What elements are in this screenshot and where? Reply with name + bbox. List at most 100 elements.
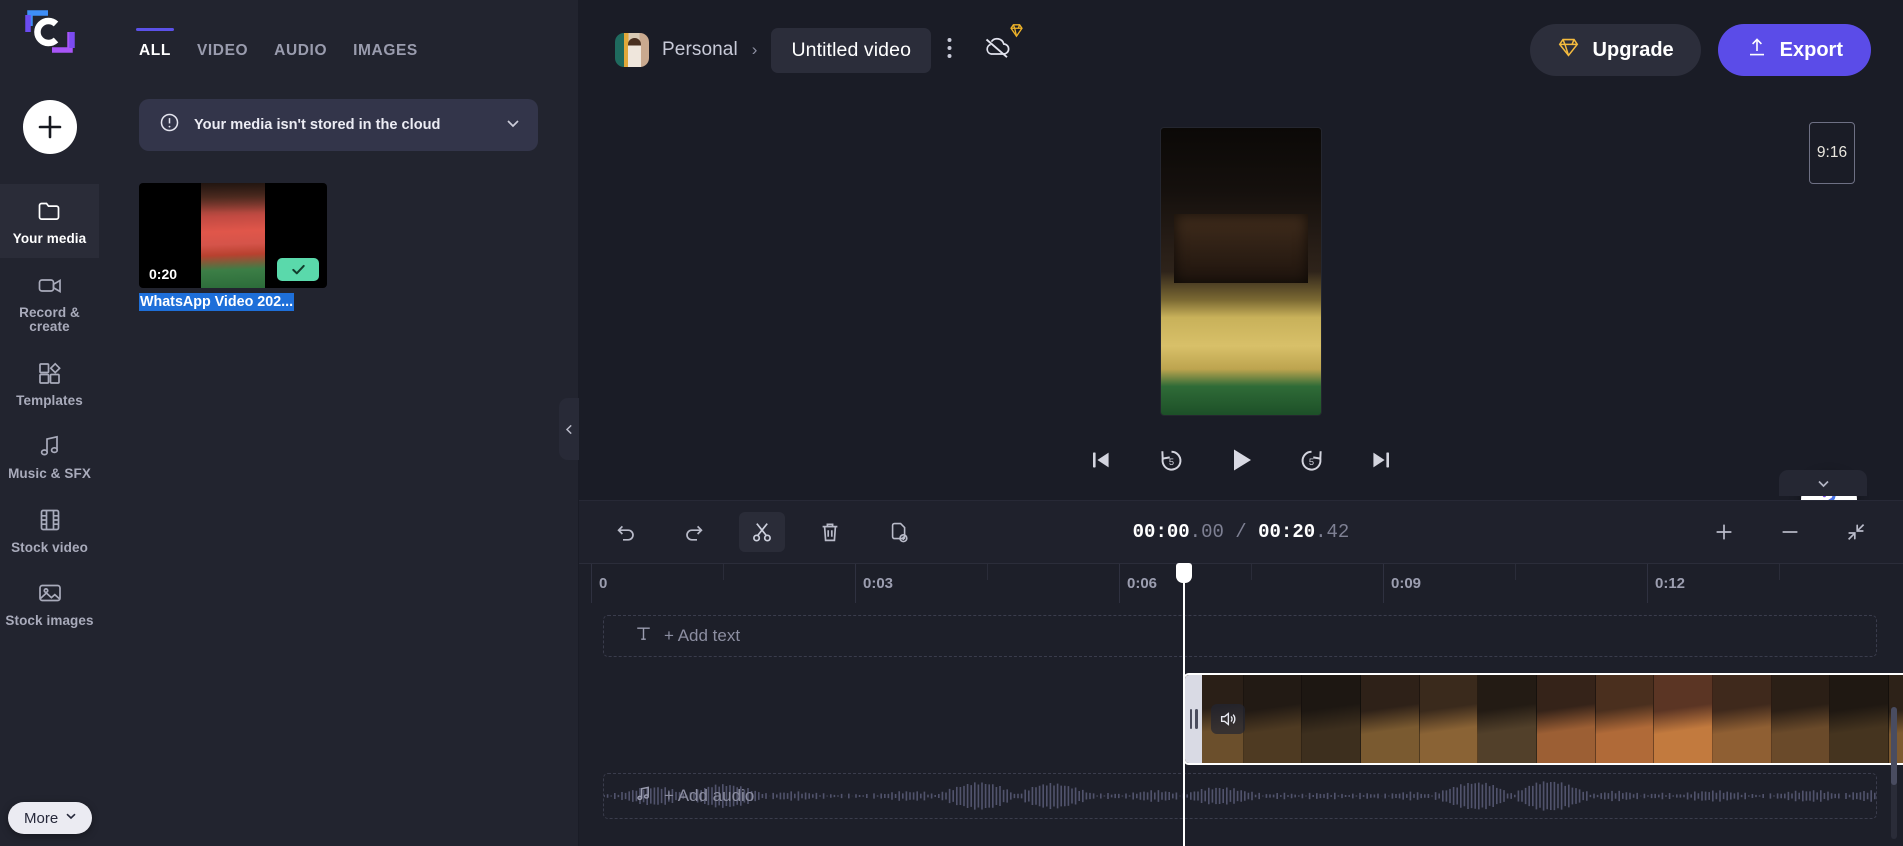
media-duration: 0:20 (149, 266, 178, 282)
tab-all[interactable]: ALL (136, 28, 174, 69)
tab-video[interactable]: VIDEO (197, 42, 248, 69)
ruler-label: 0:12 (1655, 575, 1686, 592)
sidebar-item-music-sfx[interactable]: Music & SFX (0, 419, 99, 493)
media-card[interactable]: 0:20 WhatsApp Video 202... (139, 183, 327, 316)
media-thumbnail[interactable]: 0:20 (139, 183, 327, 288)
clip-frame (1771, 675, 1831, 763)
more-label: More (24, 809, 59, 827)
ruler-label: 0:09 (1391, 575, 1422, 592)
timeline-scrollbar[interactable] (1891, 707, 1897, 839)
breadcrumb-separator: › (751, 40, 758, 59)
redo-button[interactable] (671, 512, 717, 552)
svg-text:5: 5 (1168, 457, 1173, 467)
cloud-banner-text: Your media isn't stored in the cloud (194, 117, 441, 133)
skip-to-end-button[interactable] (1364, 443, 1398, 477)
text-track[interactable]: + Add text (603, 615, 1877, 657)
forward-5s-button[interactable]: 5 (1294, 443, 1328, 477)
timeline-collapse-button[interactable] (1779, 470, 1867, 496)
sidebar-item-record-create[interactable]: Record & create (0, 258, 99, 346)
audio-track-label: + Add audio (664, 786, 755, 805)
fit-to-timeline-button[interactable] (1833, 512, 1879, 552)
timeline-tracks: + Add text + Add audio (579, 603, 1903, 846)
music-note-icon (634, 784, 653, 808)
avatar[interactable] (615, 33, 649, 67)
media-panel: ALL VIDEO AUDIO IMAGES Your media isn't … (99, 0, 579, 846)
export-button[interactable]: Export (1717, 24, 1871, 76)
clip-thumbnails (1185, 675, 1903, 763)
cloud-off-status-button[interactable] (976, 23, 1023, 71)
sidebar-item-label: Stock images (5, 613, 94, 629)
clip-frame (1595, 675, 1655, 763)
media-selected-check-icon (277, 258, 319, 281)
duplicate-button[interactable] (875, 512, 921, 552)
clip-frame (1243, 675, 1303, 763)
sidebar-item-templates[interactable]: Templates (0, 346, 99, 420)
text-t-icon (634, 624, 653, 648)
timeline-toolbar: 00:00.00 / 00:20.42 (579, 501, 1903, 563)
kebab-menu-icon[interactable] (937, 31, 962, 70)
rail-nav: Your media Record & create Templates Mus… (0, 180, 99, 640)
panel-collapse-button[interactable] (559, 398, 579, 460)
skip-to-start-button[interactable] (1084, 443, 1118, 477)
ruler-minor-tick (1515, 564, 1516, 580)
split-button[interactable] (739, 512, 785, 552)
top-header: Personal › Untitled video Upgrade Export (579, 0, 1903, 100)
timecode-divider: / (1235, 521, 1247, 543)
audio-track[interactable]: + Add audio (603, 773, 1877, 819)
video-preview[interactable] (1161, 128, 1321, 415)
upload-arrow-icon (1746, 36, 1768, 64)
ruler-tick (855, 564, 856, 603)
tab-images[interactable]: IMAGES (353, 42, 418, 69)
rewind-5s-button[interactable]: 5 (1154, 443, 1188, 477)
zoom-out-button[interactable] (1767, 512, 1813, 552)
speaker-icon[interactable] (1211, 704, 1245, 734)
scissors-icon (753, 523, 771, 542)
video-clip[interactable] (1183, 673, 1903, 765)
clipchamp-logo-icon[interactable] (0, 0, 99, 70)
upgrade-button[interactable]: Upgrade (1529, 24, 1701, 76)
timeline-ruler[interactable]: 00:030:060:090:120:150:180:21 (579, 563, 1903, 603)
zoom-in-button[interactable] (1701, 512, 1747, 552)
timecode-display: 00:00.00 / 00:20.42 (1133, 521, 1350, 543)
playhead-knob[interactable] (1176, 563, 1192, 583)
sidebar-item-stock-video[interactable]: Stock video (0, 493, 99, 567)
media-filename[interactable]: WhatsApp Video 202... (139, 293, 295, 311)
total-time-minor: .42 (1315, 521, 1350, 543)
ruler-minor-tick (723, 564, 724, 580)
thumbnail-image (201, 183, 265, 288)
ruler-tick (1647, 564, 1648, 603)
breadcrumb-workspace[interactable]: Personal (662, 39, 738, 61)
play-button[interactable] (1224, 443, 1258, 477)
sidebar-item-label: Record & create (19, 304, 80, 335)
sidebar-item-your-media[interactable]: Your media (0, 184, 99, 258)
media-grid: 0:20 WhatsApp Video 202... (99, 151, 578, 316)
ruler-minor-tick (987, 564, 988, 580)
project-title[interactable]: Untitled video (771, 27, 932, 73)
cloud-storage-banner[interactable]: Your media isn't stored in the cloud (139, 99, 538, 151)
image-icon (36, 579, 64, 607)
alert-circle-icon (159, 112, 180, 138)
clip-frame (1712, 675, 1772, 763)
video-camera-icon (36, 271, 64, 299)
audio-waveform (604, 781, 1876, 811)
sidebar-item-label: Your media (12, 231, 87, 246)
player-controls: 5 5 (1084, 443, 1398, 477)
add-media-button[interactable] (22, 100, 77, 154)
plus-icon (1716, 524, 1732, 540)
chevron-down-icon[interactable] (504, 114, 522, 137)
diamond-premium-icon (1008, 22, 1025, 44)
delete-button[interactable] (807, 512, 853, 552)
timeline-playhead[interactable] (1176, 563, 1192, 846)
ruler-label: 0 (599, 575, 608, 592)
clip-frame (1536, 675, 1596, 763)
more-button[interactable]: More (8, 802, 93, 834)
aspect-ratio-button[interactable]: 9:16 (1809, 122, 1855, 184)
chevron-left-icon (565, 424, 572, 434)
tab-audio[interactable]: AUDIO (274, 42, 327, 69)
preview-canvas-area: 9:16 5 5 (579, 100, 1903, 528)
sidebar-item-stock-images[interactable]: Stock images (0, 566, 99, 640)
rail-top-section (0, 0, 99, 180)
duplicate-icon (891, 522, 908, 543)
clip-trim-handle-left[interactable] (1185, 675, 1202, 763)
undo-button[interactable] (603, 512, 649, 552)
